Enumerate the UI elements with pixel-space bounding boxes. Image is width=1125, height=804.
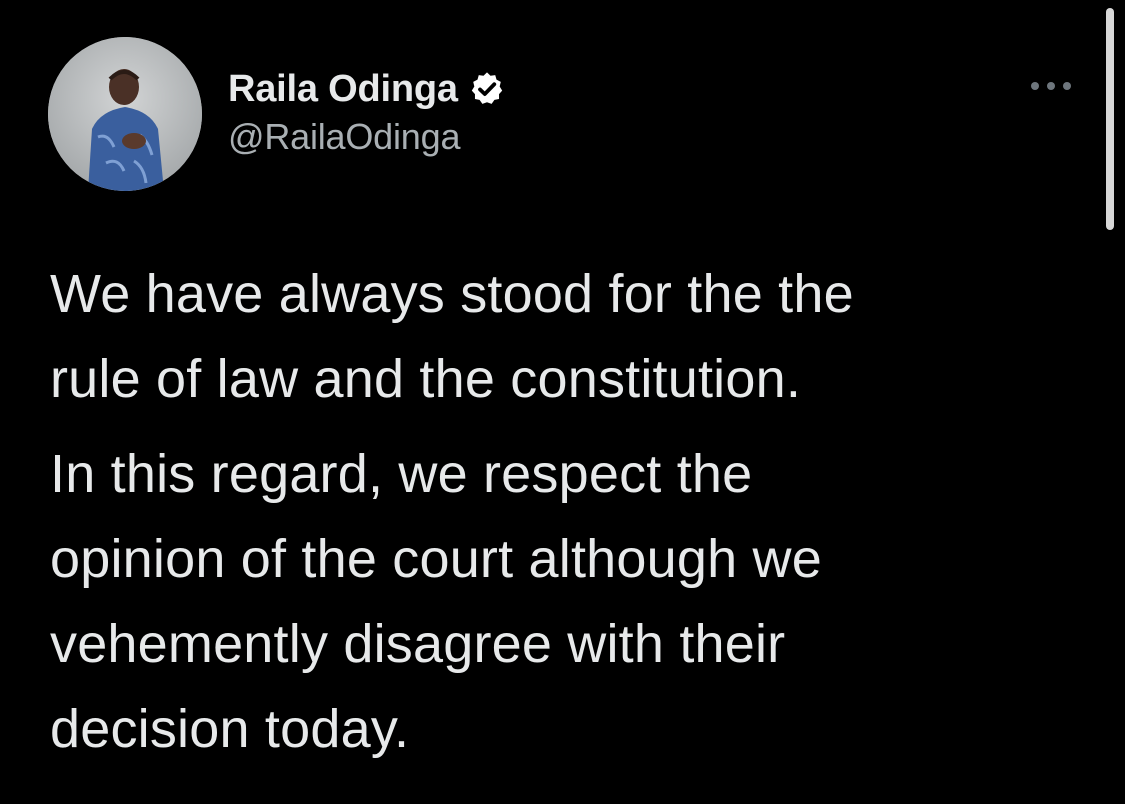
author-display-name[interactable]: Raila Odinga [228,68,458,111]
scrollbar-thumb[interactable] [1106,8,1114,230]
tweet-text-line: In this regard, we respect the [50,444,753,504]
tweet-text-line: rule of law and the constitution. [50,349,802,409]
verified-badge-icon [468,70,506,108]
tweet-author: Raila Odinga @RailaOdinga [228,64,506,158]
tweet-text-line: We have always stood for the the [50,264,854,324]
author-name-row: Raila Odinga [228,64,506,114]
tweet-text-line: vehemently disagree with their [50,614,786,674]
tweet-card: Raila Odinga @RailaOdinga We have always… [0,0,1125,804]
avatar[interactable] [48,37,202,191]
author-handle[interactable]: @RailaOdinga [228,116,506,158]
tweet-text-line: opinion of the court although we [50,529,822,589]
tweet-paragraph: In this regard, we respect the opinion o… [50,432,1080,772]
tweet-text: We have always stood for the the rule of… [50,252,1080,772]
more-options-icon[interactable] [1027,74,1075,98]
tweet-paragraph: We have always stood for the the rule of… [50,252,1080,422]
avatar-photo [48,37,202,191]
tweet-text-line: decision today. [50,699,410,759]
